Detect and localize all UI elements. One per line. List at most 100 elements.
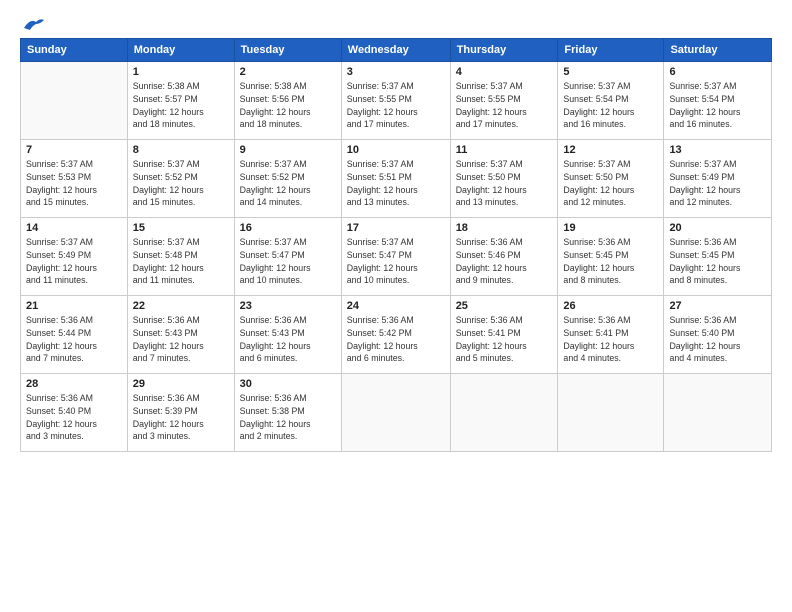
calendar-cell bbox=[558, 374, 664, 452]
calendar-header-row: SundayMondayTuesdayWednesdayThursdayFrid… bbox=[21, 39, 772, 62]
calendar-cell: 9 Sunrise: 5:37 AM Sunset: 5:52 PM Daylig… bbox=[234, 140, 341, 218]
day-number: 16 bbox=[240, 222, 336, 234]
day-number: 6 bbox=[669, 66, 766, 78]
day-info: Sunrise: 5:36 AM Sunset: 5:39 PM Dayligh… bbox=[133, 392, 229, 443]
day-info: Sunrise: 5:37 AM Sunset: 5:55 PM Dayligh… bbox=[456, 80, 553, 131]
day-info: Sunrise: 5:36 AM Sunset: 5:41 PM Dayligh… bbox=[456, 314, 553, 365]
calendar-cell bbox=[450, 374, 558, 452]
day-info: Sunrise: 5:36 AM Sunset: 5:38 PM Dayligh… bbox=[240, 392, 336, 443]
day-number: 10 bbox=[347, 144, 445, 156]
calendar-cell: 14 Sunrise: 5:37 AM Sunset: 5:49 PM Dayli… bbox=[21, 218, 128, 296]
day-number: 15 bbox=[133, 222, 229, 234]
day-info: Sunrise: 5:38 AM Sunset: 5:56 PM Dayligh… bbox=[240, 80, 336, 131]
calendar-cell: 6 Sunrise: 5:37 AM Sunset: 5:54 PM Daylig… bbox=[664, 62, 772, 140]
day-number: 23 bbox=[240, 300, 336, 312]
calendar-cell: 21 Sunrise: 5:36 AM Sunset: 5:44 PM Dayli… bbox=[21, 296, 128, 374]
day-number: 29 bbox=[133, 378, 229, 390]
day-info: Sunrise: 5:37 AM Sunset: 5:49 PM Dayligh… bbox=[26, 236, 122, 287]
day-number: 26 bbox=[563, 300, 658, 312]
day-number: 17 bbox=[347, 222, 445, 234]
calendar-cell: 15 Sunrise: 5:37 AM Sunset: 5:48 PM Dayli… bbox=[127, 218, 234, 296]
day-number: 30 bbox=[240, 378, 336, 390]
day-number: 18 bbox=[456, 222, 553, 234]
day-info: Sunrise: 5:37 AM Sunset: 5:49 PM Dayligh… bbox=[669, 158, 766, 209]
calendar-cell: 7 Sunrise: 5:37 AM Sunset: 5:53 PM Daylig… bbox=[21, 140, 128, 218]
day-number: 9 bbox=[240, 144, 336, 156]
day-info: Sunrise: 5:36 AM Sunset: 5:44 PM Dayligh… bbox=[26, 314, 122, 365]
calendar-cell: 18 Sunrise: 5:36 AM Sunset: 5:46 PM Dayli… bbox=[450, 218, 558, 296]
col-header-saturday: Saturday bbox=[664, 39, 772, 62]
calendar-cell: 27 Sunrise: 5:36 AM Sunset: 5:40 PM Dayli… bbox=[664, 296, 772, 374]
calendar-cell: 16 Sunrise: 5:37 AM Sunset: 5:47 PM Dayli… bbox=[234, 218, 341, 296]
calendar-cell: 13 Sunrise: 5:37 AM Sunset: 5:49 PM Dayli… bbox=[664, 140, 772, 218]
day-info: Sunrise: 5:38 AM Sunset: 5:57 PM Dayligh… bbox=[133, 80, 229, 131]
calendar-cell: 12 Sunrise: 5:37 AM Sunset: 5:50 PM Dayli… bbox=[558, 140, 664, 218]
day-info: Sunrise: 5:36 AM Sunset: 5:45 PM Dayligh… bbox=[563, 236, 658, 287]
day-info: Sunrise: 5:36 AM Sunset: 5:45 PM Dayligh… bbox=[669, 236, 766, 287]
day-info: Sunrise: 5:37 AM Sunset: 5:54 PM Dayligh… bbox=[669, 80, 766, 131]
calendar-cell: 17Sunrise: 5:37 AM Sunset: 5:47 PM Dayli… bbox=[341, 218, 450, 296]
day-number: 25 bbox=[456, 300, 553, 312]
day-number: 27 bbox=[669, 300, 766, 312]
calendar-cell: 25 Sunrise: 5:36 AM Sunset: 5:41 PM Dayli… bbox=[450, 296, 558, 374]
day-info: Sunrise: 5:36 AM Sunset: 5:46 PM Dayligh… bbox=[456, 236, 553, 287]
calendar-week-row: 21 Sunrise: 5:36 AM Sunset: 5:44 PM Dayli… bbox=[21, 296, 772, 374]
calendar-week-row: 14 Sunrise: 5:37 AM Sunset: 5:49 PM Dayli… bbox=[21, 218, 772, 296]
day-info: Sunrise: 5:36 AM Sunset: 5:43 PM Dayligh… bbox=[133, 314, 229, 365]
day-number: 19 bbox=[563, 222, 658, 234]
day-number: 7 bbox=[26, 144, 122, 156]
day-number: 1 bbox=[133, 66, 229, 78]
day-info: Sunrise: 5:37 AM Sunset: 5:50 PM Dayligh… bbox=[563, 158, 658, 209]
calendar-week-row: 1 Sunrise: 5:38 AM Sunset: 5:57 PM Daylig… bbox=[21, 62, 772, 140]
day-info: Sunrise: 5:37 AM Sunset: 5:48 PM Dayligh… bbox=[133, 236, 229, 287]
day-number: 12 bbox=[563, 144, 658, 156]
day-number: 22 bbox=[133, 300, 229, 312]
calendar-cell: 2Sunrise: 5:38 AM Sunset: 5:56 PM Daylig… bbox=[234, 62, 341, 140]
calendar-cell: 11Sunrise: 5:37 AM Sunset: 5:50 PM Dayli… bbox=[450, 140, 558, 218]
calendar-cell: 26 Sunrise: 5:36 AM Sunset: 5:41 PM Dayli… bbox=[558, 296, 664, 374]
day-info: Sunrise: 5:37 AM Sunset: 5:52 PM Dayligh… bbox=[240, 158, 336, 209]
col-header-friday: Friday bbox=[558, 39, 664, 62]
calendar-cell: 1 Sunrise: 5:38 AM Sunset: 5:57 PM Daylig… bbox=[127, 62, 234, 140]
col-header-sunday: Sunday bbox=[21, 39, 128, 62]
calendar-cell bbox=[664, 374, 772, 452]
day-number: 4 bbox=[456, 66, 553, 78]
col-header-wednesday: Wednesday bbox=[341, 39, 450, 62]
calendar-cell: 5Sunrise: 5:37 AM Sunset: 5:54 PM Daylig… bbox=[558, 62, 664, 140]
day-number: 11 bbox=[456, 144, 553, 156]
calendar-cell: 20 Sunrise: 5:36 AM Sunset: 5:45 PM Dayli… bbox=[664, 218, 772, 296]
calendar-table: SundayMondayTuesdayWednesdayThursdayFrid… bbox=[20, 38, 772, 452]
calendar-week-row: 28Sunrise: 5:36 AM Sunset: 5:40 PM Dayli… bbox=[21, 374, 772, 452]
calendar-cell: 8Sunrise: 5:37 AM Sunset: 5:52 PM Daylig… bbox=[127, 140, 234, 218]
day-info: Sunrise: 5:36 AM Sunset: 5:40 PM Dayligh… bbox=[669, 314, 766, 365]
logo-bird-icon bbox=[22, 16, 44, 32]
day-info: Sunrise: 5:37 AM Sunset: 5:52 PM Dayligh… bbox=[133, 158, 229, 209]
calendar-cell: 4 Sunrise: 5:37 AM Sunset: 5:55 PM Daylig… bbox=[450, 62, 558, 140]
page-header bbox=[20, 16, 772, 28]
day-number: 24 bbox=[347, 300, 445, 312]
calendar-cell: 29 Sunrise: 5:36 AM Sunset: 5:39 PM Dayli… bbox=[127, 374, 234, 452]
day-number: 28 bbox=[26, 378, 122, 390]
day-info: Sunrise: 5:37 AM Sunset: 5:53 PM Dayligh… bbox=[26, 158, 122, 209]
day-number: 21 bbox=[26, 300, 122, 312]
calendar-cell: 3Sunrise: 5:37 AM Sunset: 5:55 PM Daylig… bbox=[341, 62, 450, 140]
calendar-cell: 22 Sunrise: 5:36 AM Sunset: 5:43 PM Dayli… bbox=[127, 296, 234, 374]
day-info: Sunrise: 5:37 AM Sunset: 5:54 PM Dayligh… bbox=[563, 80, 658, 131]
day-number: 20 bbox=[669, 222, 766, 234]
calendar-cell: 24Sunrise: 5:36 AM Sunset: 5:42 PM Dayli… bbox=[341, 296, 450, 374]
calendar-cell: 10 Sunrise: 5:37 AM Sunset: 5:51 PM Dayli… bbox=[341, 140, 450, 218]
logo bbox=[20, 16, 44, 28]
day-number: 13 bbox=[669, 144, 766, 156]
calendar-cell bbox=[21, 62, 128, 140]
day-info: Sunrise: 5:37 AM Sunset: 5:51 PM Dayligh… bbox=[347, 158, 445, 209]
calendar-cell: 30 Sunrise: 5:36 AM Sunset: 5:38 PM Dayli… bbox=[234, 374, 341, 452]
calendar-cell: 19 Sunrise: 5:36 AM Sunset: 5:45 PM Dayli… bbox=[558, 218, 664, 296]
calendar-week-row: 7 Sunrise: 5:37 AM Sunset: 5:53 PM Daylig… bbox=[21, 140, 772, 218]
day-number: 14 bbox=[26, 222, 122, 234]
calendar-cell bbox=[341, 374, 450, 452]
day-info: Sunrise: 5:36 AM Sunset: 5:41 PM Dayligh… bbox=[563, 314, 658, 365]
col-header-tuesday: Tuesday bbox=[234, 39, 341, 62]
col-header-thursday: Thursday bbox=[450, 39, 558, 62]
day-number: 3 bbox=[347, 66, 445, 78]
day-info: Sunrise: 5:37 AM Sunset: 5:47 PM Dayligh… bbox=[240, 236, 336, 287]
